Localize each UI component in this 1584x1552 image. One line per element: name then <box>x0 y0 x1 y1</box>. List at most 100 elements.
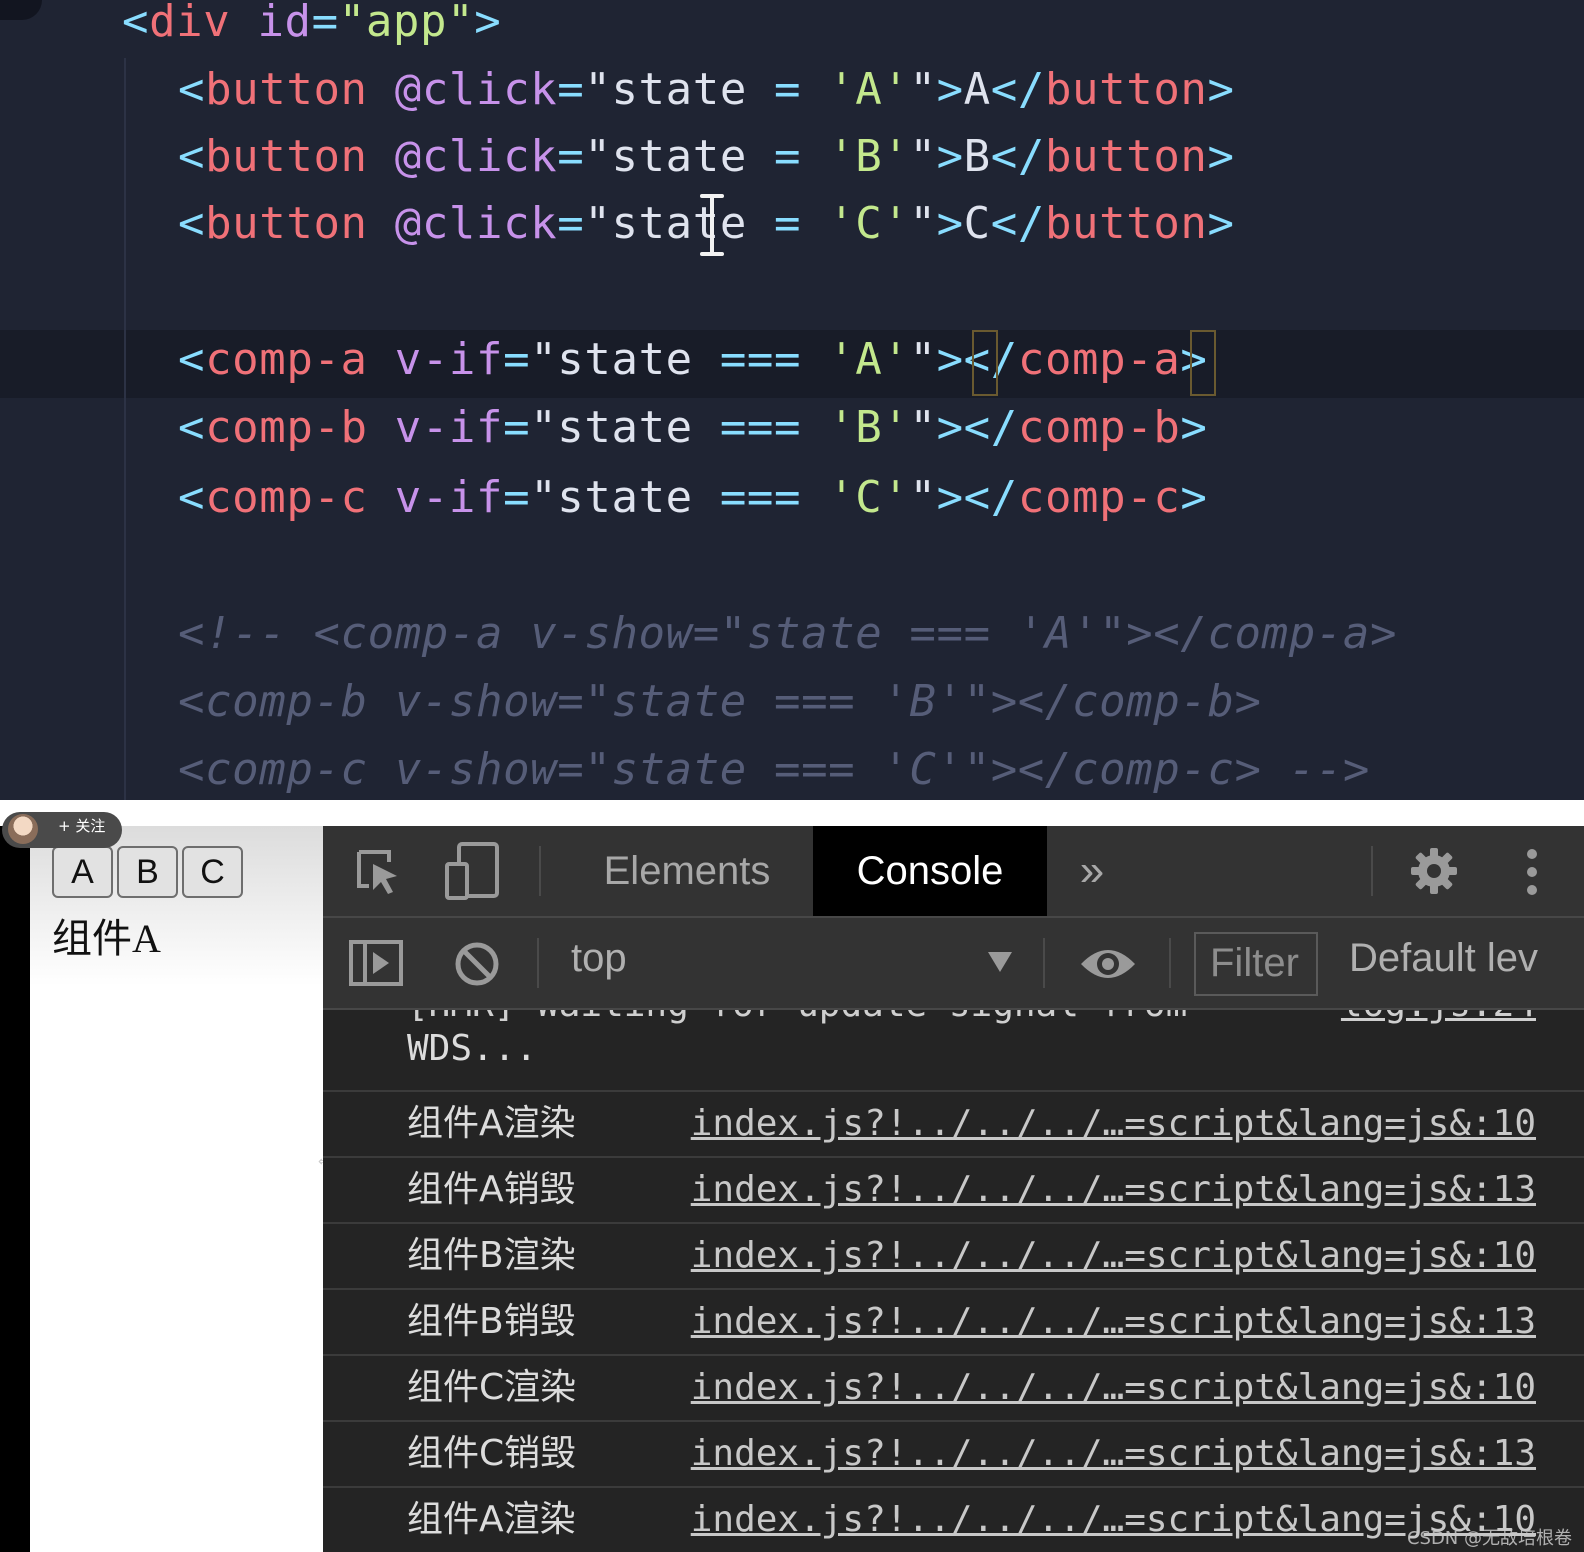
sidebar-toggle-icon[interactable] <box>349 940 405 988</box>
code-line: <comp-b v-if="state === 'B'"></comp-b> <box>178 398 1208 458</box>
code-token: "state <box>530 402 720 453</box>
console-source-link[interactable]: index.js?!../../../…=script&lang=js&:13 <box>691 1426 1536 1482</box>
state-b-button[interactable]: B <box>117 846 178 898</box>
code-token: < <box>178 131 206 182</box>
code-line: <comp-c v-if="state === 'C'"></comp-c> <box>178 468 1208 528</box>
console-message-text: WDS... <box>407 1028 538 1069</box>
toolbar-separator <box>1043 938 1045 988</box>
code-token: <comp-b v-show="state === 'B'"></comp-b> <box>178 676 1262 727</box>
console-source-link[interactable]: index.js?!../../../…=script&lang=js&:13 <box>691 1162 1536 1218</box>
console-message: 组件C销毁 index.js?!../../../…=script&lang=js… <box>323 1422 1584 1488</box>
code-token: ></ <box>936 472 1018 523</box>
gear-icon[interactable] <box>1409 846 1459 896</box>
eye-icon[interactable] <box>1079 944 1137 984</box>
console-message-text: [HMR] Waiting for update signal from <box>407 1010 1187 1025</box>
code-line: <comp-a v-if="state === 'A'"></comp-a> <box>178 330 1208 390</box>
context-selector[interactable]: top <box>571 936 627 981</box>
tab-separator <box>539 846 541 896</box>
code-token: = <box>503 472 531 523</box>
code-token: 'B' <box>828 402 910 453</box>
chevron-down-icon[interactable] <box>988 952 1012 972</box>
code-token: > <box>1207 198 1235 249</box>
console-message: 组件A销毁 index.js?!../../../…=script&lang=js… <box>323 1158 1584 1224</box>
tab-separator <box>1371 846 1373 896</box>
code-editor[interactable]: <div id="app"> <button @click="state = 'A… <box>0 0 1584 800</box>
code-token: 'C' <box>828 198 910 249</box>
log-levels-dropdown[interactable]: Default lev <box>1349 936 1538 981</box>
page-preview: A B C 组件A <box>30 826 323 1552</box>
tab-console[interactable]: Console <box>813 826 1047 916</box>
console-output: [HMR] Waiting for update signal from log… <box>323 1010 1584 1552</box>
code-token: "state <box>530 334 720 385</box>
code-token: 'A' <box>828 64 910 115</box>
code-token: < <box>178 198 206 249</box>
more-tabs-icon[interactable]: » <box>1067 826 1117 916</box>
code-token: @click <box>394 131 558 182</box>
follow-badge[interactable]: + 关注 <box>2 812 122 848</box>
code-token: </ <box>990 131 1045 182</box>
code-token: "state <box>584 198 775 249</box>
code-token: " <box>909 131 937 182</box>
code-token: button <box>1044 64 1208 115</box>
filter-input[interactable]: Filter <box>1194 932 1318 996</box>
console-message-text: 组件B销毁 <box>407 1301 576 1342</box>
code-token: v-if <box>394 472 504 523</box>
code-token: v-if <box>394 334 504 385</box>
code-token: <!-- <comp-a v-show="state === 'A'"></co… <box>178 608 1398 659</box>
code-token: = <box>311 0 339 47</box>
code-line: <comp-c v-show="state === 'C'"></comp-c>… <box>178 740 1370 800</box>
bracket-match-open <box>972 330 998 396</box>
console-message: 组件B销毁 index.js?!../../../…=script&lang=js… <box>323 1290 1584 1356</box>
bracket-match-close <box>1190 330 1216 396</box>
code-token: button <box>205 131 368 182</box>
component-output-text: 组件A <box>52 916 161 961</box>
code-token: "state <box>530 472 720 523</box>
code-token: = <box>774 198 802 249</box>
console-source-link[interactable]: index.js?!../../../…=script&lang=js&:10 <box>691 1360 1536 1416</box>
code-token: button <box>1044 198 1208 249</box>
code-line: <comp-b v-show="state === 'B'"></comp-b> <box>178 672 1262 732</box>
console-source-link[interactable]: log.js:24 <box>1341 1010 1536 1025</box>
code-token: " <box>909 334 937 385</box>
code-token: 'C' <box>828 472 910 523</box>
code-token: button <box>205 198 368 249</box>
code-token: 'B' <box>828 131 910 182</box>
editor-corner <box>0 0 42 20</box>
code-token: <comp-c v-show="state === 'C'"></comp-c>… <box>178 744 1370 795</box>
code-token: = <box>774 131 802 182</box>
code-token: div <box>149 0 231 47</box>
console-source-link[interactable]: index.js?!../../../…=script&lang=js&:13 <box>691 1294 1536 1350</box>
code-token: < <box>178 402 206 453</box>
code-token: > <box>474 0 502 47</box>
device-toggle-icon[interactable] <box>445 842 501 900</box>
code-token: === <box>719 334 802 385</box>
kebab-menu-icon[interactable] <box>1525 848 1539 896</box>
code-token: "app" <box>338 0 475 47</box>
console-source-link[interactable]: index.js?!../../../…=script&lang=js&:10 <box>691 1096 1536 1152</box>
tab-elements[interactable]: Elements <box>587 826 787 916</box>
toolbar-separator <box>1169 938 1171 988</box>
state-c-button[interactable]: C <box>182 846 243 898</box>
code-line: <button @click="state = 'A'">A</button> <box>178 60 1235 120</box>
watermark: CSDN @无敌培根卷 <box>1406 1528 1572 1549</box>
state-a-button[interactable]: A <box>52 846 113 898</box>
code-token: "state <box>584 131 775 182</box>
inspect-icon[interactable] <box>355 848 403 896</box>
code-token: button <box>1044 131 1208 182</box>
code-token: < <box>122 0 150 47</box>
code-token: > <box>936 64 964 115</box>
code-token: > <box>1207 131 1235 182</box>
code-token: " <box>909 402 937 453</box>
clear-console-icon[interactable] <box>453 940 501 988</box>
console-source-link[interactable]: index.js?!../../../…=script&lang=js&:10 <box>691 1228 1536 1284</box>
console-message-text: 组件C渲染 <box>407 1367 577 1408</box>
